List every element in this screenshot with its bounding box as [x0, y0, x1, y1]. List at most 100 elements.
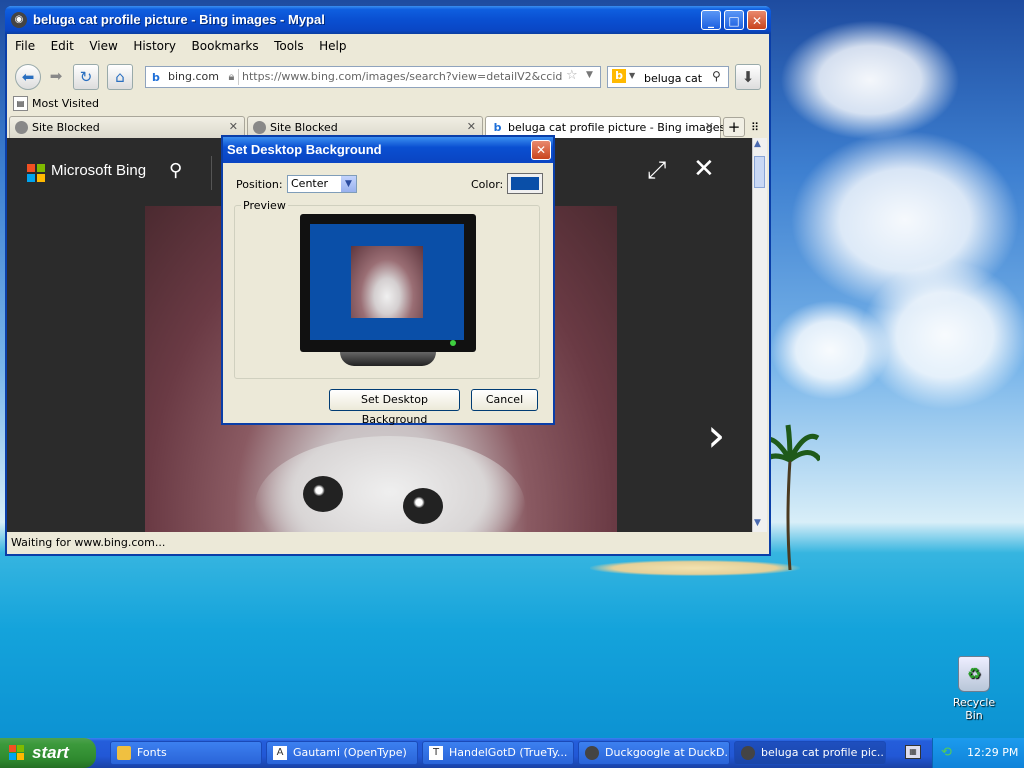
- position-value: Center: [291, 177, 329, 190]
- windows-flag-icon: [9, 745, 25, 761]
- position-label: Position:: [236, 178, 283, 191]
- forward-arrow-icon[interactable]: ➡: [43, 64, 69, 90]
- mypal-app-icon: ◉: [11, 12, 27, 28]
- bing-search-engine-icon[interactable]: b: [612, 69, 626, 83]
- preview-cat-image: [351, 246, 423, 318]
- lock-icon: 🔒︎: [228, 70, 235, 83]
- taskbar-item-duckgoogle[interactable]: Duckgoogle at DuckD...: [578, 741, 730, 765]
- navigation-toolbar: ⬅ ➡ ↻ ⌂ b bing.com 🔒︎ https://www.bing.c…: [7, 58, 767, 94]
- url-bar[interactable]: b bing.com 🔒︎ https://www.bing.com/image…: [145, 66, 601, 88]
- search-icon[interactable]: ⚲: [169, 160, 182, 181]
- keyboard-icon[interactable]: ▦: [905, 745, 921, 759]
- font-file-icon: A: [273, 746, 287, 760]
- back-arrow-icon[interactable]: ⬅: [15, 64, 41, 90]
- color-picker-button[interactable]: [507, 173, 543, 194]
- download-icon[interactable]: ⬇: [735, 64, 761, 90]
- scroll-thumb[interactable]: [754, 156, 765, 188]
- menu-file[interactable]: File: [15, 36, 35, 56]
- font-file-icon: T: [429, 746, 443, 760]
- window-title: beluga cat profile picture - Bing images…: [33, 12, 325, 27]
- taskbar-item-gautami[interactable]: A Gautami (OpenType): [266, 741, 418, 765]
- cancel-button[interactable]: Cancel: [471, 389, 538, 411]
- position-select[interactable]: Center ▼: [287, 175, 357, 193]
- close-viewer-icon[interactable]: ✕: [693, 154, 715, 184]
- bookmarks-toolbar: ▤ Most Visited: [7, 94, 767, 114]
- color-swatch: [511, 177, 539, 190]
- close-button[interactable]: ✕: [747, 10, 767, 30]
- clock[interactable]: 12:29 PM: [967, 738, 1018, 768]
- globe-icon: [15, 121, 28, 134]
- tab-label: Site Blocked: [32, 121, 100, 134]
- menu-history[interactable]: History: [133, 36, 176, 56]
- tab-label: beluga cat profile picture - Bing images: [508, 121, 726, 134]
- chevron-down-icon[interactable]: ▼: [341, 176, 356, 192]
- menu-bookmarks[interactable]: Bookmarks: [192, 36, 259, 56]
- site-label: bing.com: [168, 70, 219, 83]
- tab-close-icon[interactable]: ✕: [705, 120, 714, 133]
- new-tab-button[interactable]: +: [723, 117, 745, 137]
- monitor-screen: [310, 224, 464, 340]
- taskbar-item-handelgotd[interactable]: T HandelGotD (TrueTy...: [422, 741, 574, 765]
- network-icon[interactable]: ⟲: [941, 738, 952, 768]
- menu-tools[interactable]: Tools: [274, 36, 304, 56]
- dialog-close-button[interactable]: ✕: [531, 140, 551, 160]
- power-light-icon: [450, 340, 456, 346]
- folder-icon: [117, 746, 131, 760]
- reload-icon[interactable]: ↻: [73, 64, 99, 90]
- scroll-down-icon[interactable]: ▼: [754, 518, 761, 528]
- next-image-icon[interactable]: ›: [707, 408, 725, 462]
- status-bar: Waiting for www.bing.com...: [11, 536, 166, 549]
- search-icon[interactable]: ⚲: [712, 69, 721, 83]
- expand-icon[interactable]: ⤢: [647, 156, 666, 184]
- scroll-up-icon[interactable]: ▲: [754, 139, 761, 149]
- search-input[interactable]: [642, 69, 716, 87]
- bing-favicon-icon: b: [152, 71, 160, 84]
- recycle-bin-icon: ♻: [958, 656, 990, 692]
- menu-bar: File Edit View History Bookmarks Tools H…: [7, 36, 767, 56]
- tab-close-icon[interactable]: ✕: [229, 120, 238, 133]
- tab-site-blocked-1[interactable]: Site Blocked ✕: [9, 116, 245, 138]
- set-desktop-background-dialog: Set Desktop Background ✕ Position: Cente…: [221, 135, 555, 426]
- task-label: Gautami (OpenType): [293, 746, 407, 759]
- most-visited-icon: ▤: [13, 96, 28, 111]
- menu-edit[interactable]: Edit: [51, 36, 74, 56]
- bing-brand[interactable]: Microsoft Bing: [51, 162, 146, 179]
- monitor-preview: [300, 214, 476, 366]
- start-label: start: [32, 743, 69, 762]
- cat-eye: [403, 488, 443, 524]
- taskbar-item-beluga-cat[interactable]: beluga cat profile pic...: [734, 741, 886, 765]
- tab-close-icon[interactable]: ✕: [467, 120, 476, 133]
- globe-icon: [253, 121, 266, 134]
- home-icon[interactable]: ⌂: [107, 64, 133, 90]
- url-dropdown-icon[interactable]: ▼: [586, 70, 593, 80]
- mypal-app-icon: [741, 746, 755, 760]
- title-bar[interactable]: ◉ beluga cat profile picture - Bing imag…: [5, 6, 771, 34]
- color-label: Color:: [471, 178, 504, 191]
- menu-help[interactable]: Help: [319, 36, 346, 56]
- search-bar[interactable]: b ▼ ⚲: [607, 66, 729, 88]
- menu-view[interactable]: View: [89, 36, 117, 56]
- header-divider: [211, 156, 212, 190]
- taskbar: start Fonts A Gautami (OpenType) T Hande…: [0, 738, 1024, 768]
- bing-favicon-icon: b: [491, 121, 504, 134]
- site-identity[interactable]: b bing.com 🔒︎: [148, 69, 240, 85]
- taskbar-item-fonts[interactable]: Fonts: [110, 741, 262, 765]
- task-label: Duckgoogle at DuckD...: [605, 746, 730, 759]
- mypal-app-icon: [585, 746, 599, 760]
- set-desktop-background-button[interactable]: Set Desktop Background: [329, 389, 460, 426]
- tab-list-icon[interactable]: ⠿: [751, 121, 759, 134]
- system-tray: ⟲ 12:29 PM: [932, 738, 1024, 768]
- preview-label: Preview: [241, 199, 288, 212]
- cloud: [780, 20, 960, 140]
- vertical-scrollbar[interactable]: ▲ ▼: [752, 138, 767, 532]
- cat-eye: [303, 476, 343, 512]
- start-button[interactable]: start: [0, 738, 96, 768]
- dialog-title[interactable]: Set Desktop Background: [223, 137, 553, 163]
- recycle-bin[interactable]: ♻ Recycle Bin: [943, 656, 1005, 722]
- minimize-button[interactable]: _: [701, 10, 721, 30]
- url-text[interactable]: https://www.bing.com/images/search?view=…: [242, 70, 562, 83]
- engine-dropdown-icon[interactable]: ▼: [629, 71, 635, 80]
- most-visited-link[interactable]: Most Visited: [32, 97, 99, 110]
- maximize-button[interactable]: □: [724, 10, 744, 30]
- bookmark-star-icon[interactable]: ☆: [566, 68, 578, 83]
